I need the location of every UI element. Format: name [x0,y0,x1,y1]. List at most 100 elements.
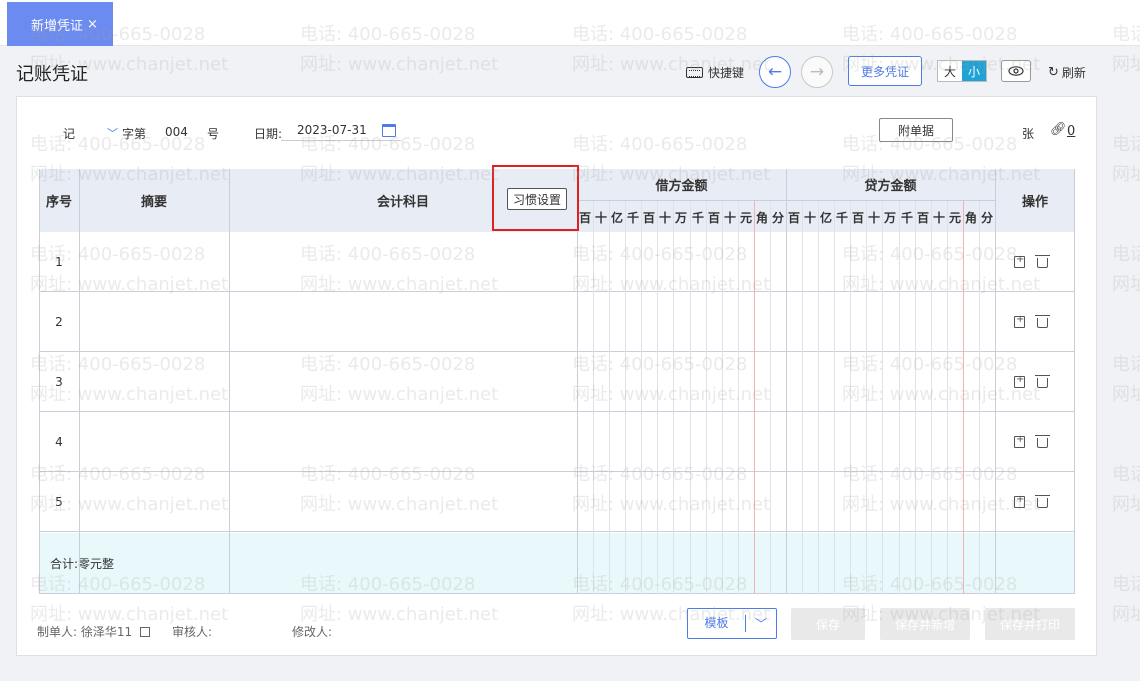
page-header: 记账凭证 快捷键 ← → 更多凭证 大 小 ↻ 刷新 [0,46,1140,96]
edit-icon[interactable] [139,627,150,637]
shortcut-label: 快捷键 [708,66,745,80]
watermark-text: 电话: 400-665-0028 [1112,574,1140,595]
watermark-text: 电话: 400-665-0028 [1112,134,1140,155]
watermark-text: 网址: www.chanjet.net [1112,384,1140,405]
chevron-down-icon[interactable]: ﹀ [107,125,118,141]
tab-label: 新增凭证 [31,18,84,34]
refresh-button[interactable]: ↻ 刷新 [1048,64,1086,81]
header-debit: 借方金额 [655,179,708,194]
debit-digit-header: 十 [658,211,671,225]
column-line [850,200,851,594]
column-line [229,169,230,594]
keyboard-icon [686,67,703,78]
save-button[interactable]: 保存 [791,608,865,640]
column-line [609,200,610,594]
delete-row-icon[interactable] [1035,435,1050,448]
credit-digit-header: 十 [803,211,816,225]
money-header-divider [577,200,786,201]
debit-digit-header: 十 [594,211,607,225]
row-seq: 5 [55,495,63,509]
size-toggle[interactable]: 大 小 [937,60,987,82]
size-small-option[interactable]: 小 [962,61,986,81]
row-seq: 1 [55,255,63,269]
more-vouchers-button[interactable]: 更多凭证 [848,56,922,86]
maker-label: 制单人: [37,625,78,639]
row-seq: 4 [55,435,63,449]
chevron-down-icon[interactable]: ﹀ [746,615,776,632]
zi-label: 字第 [122,127,147,141]
reviewer-label: 审核人: [172,625,213,639]
column-line [834,200,835,594]
credit-digit-header: 百 [851,211,864,225]
refresh-label: 刷新 [1061,66,1086,80]
total-label: 合计:零元整 [50,557,115,571]
credit-digit-header: 元 [948,211,961,225]
template-button[interactable]: 模板 ﹀ [687,608,777,639]
header-credit: 贷方金额 [864,179,917,194]
delete-row-icon[interactable] [1035,315,1050,328]
preview-button[interactable] [1001,60,1031,82]
column-line [786,169,787,594]
maker-name: 徐泽华11 [80,625,133,639]
save-and-new-button[interactable]: 保存并新增 [880,608,970,640]
copy-row-icon[interactable] [1014,374,1025,388]
watermark-text: 网址: www.chanjet.net [1112,274,1140,295]
copy-row-icon[interactable] [1014,254,1025,268]
delete-row-icon[interactable] [1035,255,1050,268]
column-line [673,200,674,594]
row-ops [1014,434,1050,448]
date-value: 2023-07-31 [297,122,367,137]
row-seq: 3 [55,375,63,389]
close-icon[interactable]: × [87,17,98,32]
copy-row-icon[interactable] [1014,434,1025,448]
header-ops: 操作 [1021,195,1048,210]
attach-docs-button[interactable]: 附单据 [879,118,953,142]
table-row[interactable]: 1 [39,232,1075,292]
modifier-label: 修改人: [292,625,333,639]
credit-digit-header: 角 [964,211,977,225]
table-row[interactable]: 5 [39,472,1075,532]
credit-digit-header: 分 [980,211,993,225]
column-line [722,200,723,594]
shortcut-button[interactable]: 快捷键 [686,64,744,81]
highlight-box [492,165,579,231]
table-row[interactable]: 4 [39,412,1075,472]
debit-digit-header: 千 [691,211,704,225]
tab-bar: 新增凭证 × [0,0,1140,46]
debit-digit-header: 分 [771,211,784,225]
arrow-left-icon: ← [767,62,783,82]
next-voucher-button[interactable]: → [801,56,833,88]
credit-digit-header: 万 [883,211,896,225]
row-ops [1014,494,1050,508]
table-row[interactable]: 2 [39,292,1075,352]
copy-row-icon[interactable] [1014,314,1025,328]
calendar-icon[interactable] [382,124,396,137]
credit-digit-header: 百 [916,211,929,225]
delete-row-icon[interactable] [1035,375,1050,388]
table-row[interactable]: 3 [39,352,1075,412]
copy-row-icon[interactable] [1014,494,1025,508]
money-header-divider [786,200,995,201]
watermark-text: 网址: www.chanjet.net [1112,164,1140,185]
voucher-number-input[interactable]: 004 [165,125,188,139]
watermark-text: 电话: 400-665-0028 [1112,354,1140,375]
size-large-option[interactable]: 大 [938,61,962,81]
link-icon: 🔗︎ [1050,122,1067,137]
total-row: 合计:零元整 [39,533,1075,594]
column-line [641,200,642,594]
tab-new-voucher[interactable]: 新增凭证 × [7,2,113,46]
debit-digit-header: 百 [707,211,720,225]
delete-row-icon[interactable] [1035,495,1050,508]
hao-label: 号 [207,127,220,141]
save-and-print-button[interactable]: 保存并打印 [985,608,1075,640]
column-line [770,200,771,594]
debit-digit-header: 百 [578,211,591,225]
column-line [706,200,707,594]
attachment-count[interactable]: 0 [1067,124,1075,139]
eye-icon [1008,66,1024,76]
debit-digit-header: 百 [642,211,655,225]
prev-voucher-button[interactable]: ← [759,56,791,88]
column-line [802,200,803,594]
row-ops [1014,374,1050,388]
voucher-type-select[interactable]: 记 [63,125,75,142]
